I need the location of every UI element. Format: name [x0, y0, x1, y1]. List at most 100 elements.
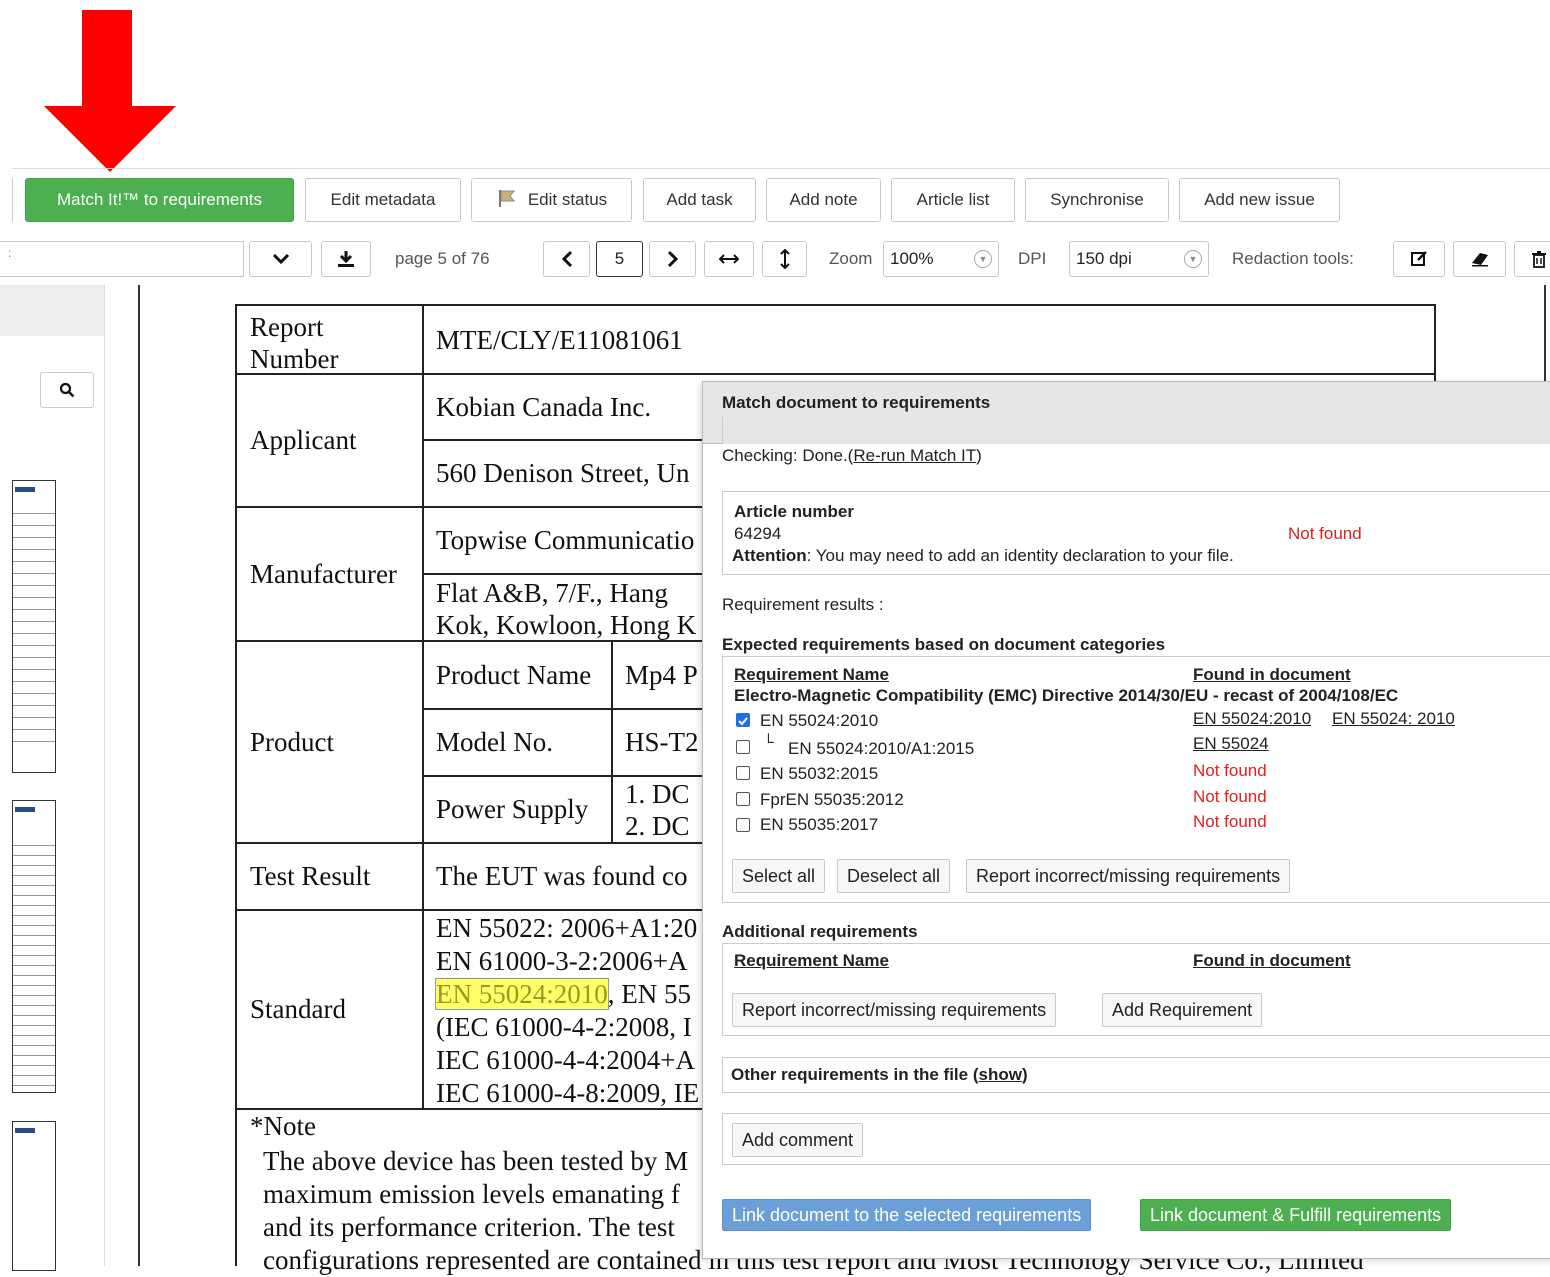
- edit-status-label: Edit status: [527, 190, 608, 209]
- match-requirements-panel: Match document to requirements Checking:…: [702, 381, 1550, 1259]
- applicant-label: Applicant: [250, 425, 357, 455]
- manufacturer-address: Flat A&B, 7/F., Hang Kok, Kowloon, Hong …: [436, 578, 697, 640]
- requirement-name-header: Requirement Name: [734, 665, 889, 684]
- download-button[interactable]: [321, 241, 371, 277]
- add-task-button[interactable]: Add task: [643, 178, 756, 222]
- found-in-document-header: Found in document: [1193, 665, 1351, 684]
- sidebar-search-button[interactable]: [40, 372, 94, 408]
- add-new-issue-button[interactable]: Add new issue: [1179, 178, 1340, 222]
- fit-height-button[interactable]: [762, 241, 807, 277]
- dropdown-button[interactable]: [249, 241, 312, 277]
- prev-page-button[interactable]: [543, 241, 590, 277]
- test-result-label: Test Result: [250, 861, 371, 891]
- viewer-right-edge: [1544, 285, 1546, 385]
- applicant-name: Kobian Canada Inc.: [436, 392, 652, 422]
- requirement-name: FprEN 55035:2012: [760, 790, 904, 809]
- requirement-checkbox[interactable]: [736, 792, 750, 806]
- requirement-name-header: Requirement Name: [734, 951, 889, 970]
- page-info: page 5 of 76: [395, 249, 490, 268]
- applicant-address: 560 Denison Street, Un: [436, 458, 690, 488]
- add-requirement-button[interactable]: Add Requirement: [1102, 993, 1263, 1027]
- test-result-value: The EUT was found co: [436, 861, 688, 891]
- add-comment-button[interactable]: Add comment: [732, 1123, 864, 1157]
- link-fulfill-button[interactable]: Link document & Fulfill requirements: [1140, 1199, 1452, 1231]
- zoom-value: 100%: [890, 249, 934, 268]
- trash-icon: [1532, 251, 1546, 268]
- fit-width-button[interactable]: [704, 241, 754, 277]
- zoom-select[interactable]: 100% ▼: [883, 241, 999, 277]
- manufacturer-label: Manufacturer: [250, 559, 397, 589]
- show-other-link[interactable]: show: [979, 1065, 1022, 1084]
- model-value: HS-T2: [625, 727, 699, 757]
- add-note-button[interactable]: Add note: [766, 178, 881, 222]
- redact-delete-button[interactable]: [1514, 241, 1550, 277]
- sidebar-header: [0, 285, 104, 336]
- found-in-document-header: Found in document: [1193, 951, 1351, 970]
- next-page-button[interactable]: [649, 241, 696, 277]
- requirement-results-label: Requirement results :: [722, 595, 884, 614]
- page-number-input[interactable]: 5: [596, 241, 643, 277]
- sub-item-icon: └: [763, 734, 774, 751]
- deselect-all-button[interactable]: Deselect all: [837, 859, 951, 893]
- download-icon: [338, 251, 354, 267]
- link-selected-button[interactable]: Link document to the selected requiremen…: [722, 1199, 1092, 1231]
- page-thumbnail[interactable]: [12, 800, 56, 1093]
- flag-icon: [496, 188, 518, 213]
- page-thumbnail[interactable]: [12, 480, 56, 773]
- redact-edit-button[interactable]: [1393, 241, 1445, 277]
- dpi-label: DPI: [1018, 249, 1047, 268]
- chevron-down-icon: [272, 253, 289, 265]
- additional-requirements-heading: Additional requirements: [722, 922, 918, 941]
- select-arrow-icon: ▼: [974, 250, 992, 268]
- match-it-button[interactable]: Match It!™ to requirements: [25, 178, 294, 222]
- note-label: *Note: [250, 1111, 316, 1141]
- toolbar-divider: [12, 168, 1550, 169]
- article-list-button[interactable]: Article list: [891, 178, 1015, 222]
- eraser-icon: [1471, 253, 1488, 267]
- checking-status: Checking: Done.(Re-run Match IT): [722, 446, 982, 465]
- product-name-label: Product Name: [436, 660, 592, 690]
- found-link[interactable]: EN 55024: [1193, 734, 1269, 754]
- power-supply-value: 1. DC 2. DC: [625, 779, 690, 841]
- sidebar-divider: [104, 285, 105, 1266]
- article-number-label: Article number: [734, 502, 854, 521]
- select-arrow-icon: ▼: [1184, 250, 1202, 268]
- article-number-status: Not found: [1288, 524, 1362, 543]
- expected-requirements-heading: Expected requirements based on document …: [722, 635, 1166, 654]
- document-select[interactable]: :: [0, 241, 244, 277]
- directive-name: Electro-Magnetic Compatibility (EMC) Dir…: [734, 686, 1399, 705]
- chevron-right-icon: [667, 250, 678, 268]
- requirement-name: EN 55032:2015: [760, 764, 879, 783]
- edit-status-button[interactable]: Edit status: [471, 178, 632, 222]
- dpi-select[interactable]: 150 dpi ▼: [1069, 241, 1209, 277]
- requirement-checkbox[interactable]: [736, 713, 750, 727]
- requirement-checkbox[interactable]: [736, 766, 750, 780]
- edit-metadata-button[interactable]: Edit metadata: [305, 178, 461, 222]
- found-status: Not found: [1193, 761, 1267, 780]
- search-icon: [59, 382, 75, 398]
- select-all-button[interactable]: Select all: [732, 859, 826, 893]
- requirement-checkbox[interactable]: [736, 740, 750, 754]
- page-thumbnail[interactable]: [12, 1121, 56, 1271]
- power-supply-label: Power Supply: [436, 794, 589, 824]
- toolbar-edge: [12, 178, 13, 222]
- standard-value: EN 55022: 2006+A1:20 EN 61000-3-2:2006+A…: [435, 913, 700, 1108]
- dpi-value: 150 dpi: [1076, 249, 1132, 268]
- report-incorrect-additional-button[interactable]: Report incorrect/missing requirements: [732, 993, 1057, 1027]
- found-status: Not found: [1193, 812, 1267, 831]
- attention-message: Attention: You may need to add an identi…: [732, 546, 1234, 565]
- requirement-name: EN 55024:2010/A1:2015: [788, 739, 975, 758]
- rerun-match-link[interactable]: Re-run Match IT: [853, 446, 976, 465]
- redaction-tools-label: Redaction tools:: [1232, 249, 1354, 268]
- found-link[interactable]: EN 55024:2010: [1193, 709, 1311, 729]
- synchronise-button[interactable]: Synchronise: [1025, 178, 1169, 222]
- redact-eraser-button[interactable]: [1453, 241, 1506, 277]
- panel-title: Match document to requirements: [722, 393, 991, 412]
- requirement-checkbox[interactable]: [736, 818, 750, 832]
- report-number-label: Report Number: [250, 312, 339, 374]
- report-incorrect-button[interactable]: Report incorrect/missing requirements: [966, 859, 1291, 893]
- requirement-name: EN 55035:2017: [760, 815, 879, 834]
- panel-progress-area: [722, 417, 1550, 444]
- edit-icon: [1411, 251, 1427, 266]
- found-link[interactable]: EN 55024: 2010: [1332, 709, 1455, 729]
